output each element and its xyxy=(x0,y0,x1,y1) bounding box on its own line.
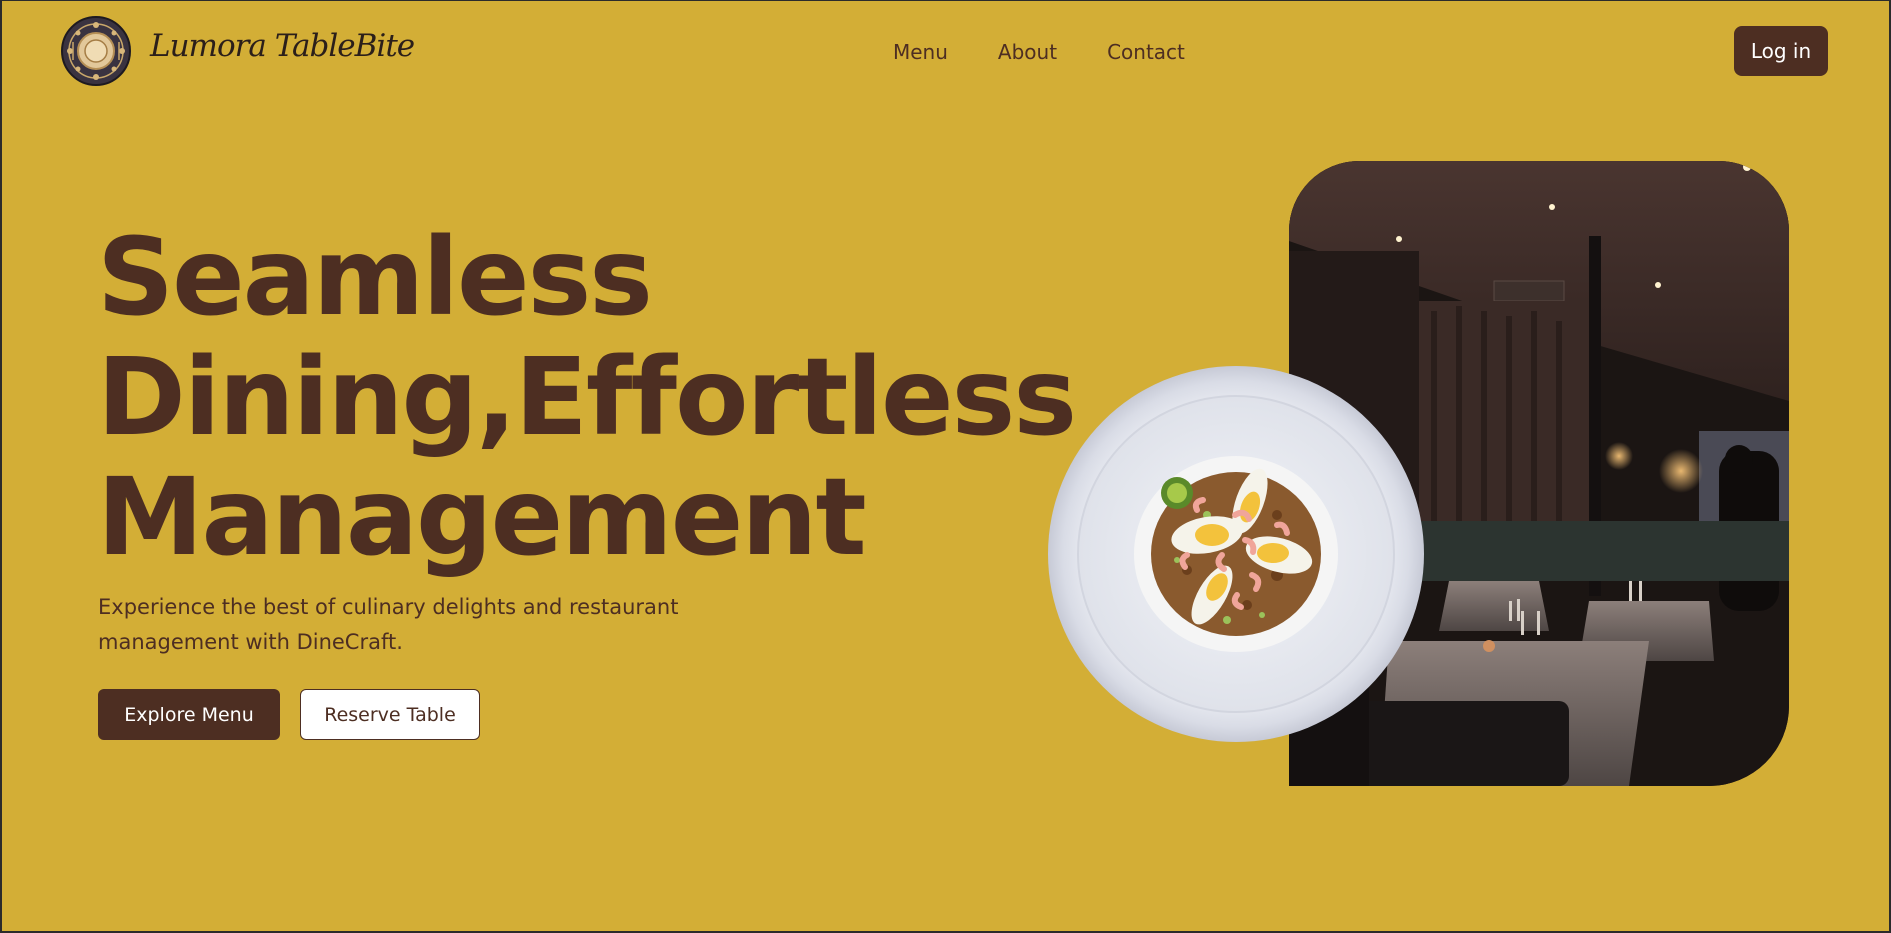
hero-subtitle: Experience the best of culinary delights… xyxy=(98,595,679,654)
explore-menu-button[interactable]: Explore Menu xyxy=(98,689,280,740)
hero-actions: Explore Menu Reserve Table xyxy=(98,689,480,740)
brand-name[interactable]: Lumora TableBite xyxy=(150,28,415,64)
hero-title-line-1: Seamless xyxy=(97,216,653,340)
hero-title-line-3: Management xyxy=(97,456,867,580)
reserve-table-button[interactable]: Reserve Table xyxy=(300,689,480,740)
restaurant-logo-icon[interactable] xyxy=(61,16,131,86)
hero-title: Seamless Dining,Effortless Management xyxy=(97,216,1077,580)
main-nav: Menu About Contact xyxy=(893,40,1185,64)
nav-item-menu[interactable]: Menu xyxy=(893,40,948,64)
nav-item-contact[interactable]: Contact xyxy=(1107,40,1185,64)
hero-title-line-2: Dining,Effortless xyxy=(97,336,1077,460)
nav-item-about[interactable]: About xyxy=(998,40,1057,64)
login-button[interactable]: Log in xyxy=(1734,26,1828,76)
site-header: Lumora TableBite Menu About Contact Log … xyxy=(0,0,1891,104)
food-plate-image xyxy=(1048,366,1424,742)
